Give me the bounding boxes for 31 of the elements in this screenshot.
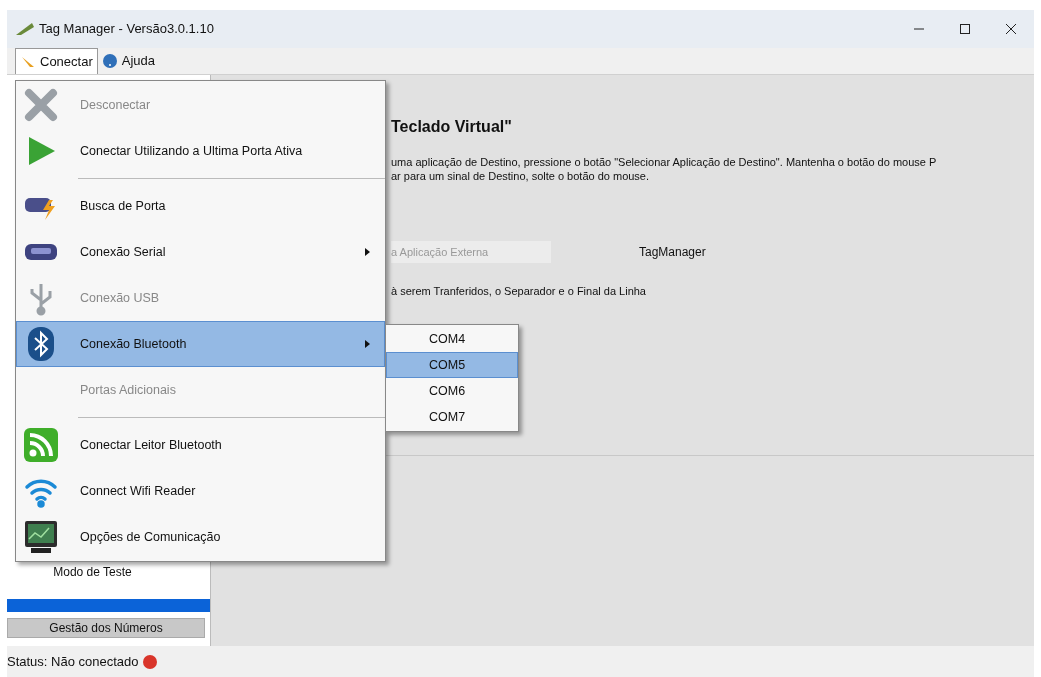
window-title: Tag Manager - Versão3.0.1.10 [39, 20, 214, 39]
submenu-arrow-icon [365, 340, 370, 348]
submenu-item[interactable]: COM5 [386, 352, 518, 378]
menu-item[interactable]: Conectar Leitor Bluetooth [16, 422, 385, 468]
help-icon [101, 53, 118, 69]
submenu-item[interactable]: COM7 [386, 404, 518, 430]
submenu-item[interactable]: COM4 [386, 326, 518, 352]
section-heading: Teclado Virtual" [391, 117, 513, 137]
maximize-icon [959, 23, 971, 35]
status-text: Status: Não conectado [7, 652, 139, 671]
sidebar-item[interactable]: Modo de Teste [7, 563, 210, 581]
menu-item[interactable]: Conexão Bluetooth [16, 321, 385, 367]
tag-logo-icon [15, 21, 35, 37]
app-name-label: TagManager [639, 244, 706, 261]
submenu-arrow-icon [365, 248, 370, 256]
menu-item[interactable]: Conectar Utilizando a Ultima Porta Ativa [16, 128, 385, 174]
description-text: ar para um sinal de Destino, solte o botão do mouse. [391, 169, 651, 183]
submenu-item[interactable]: COM6 [386, 378, 518, 404]
numbers-button[interactable]: Gestão dos Números [7, 618, 205, 638]
menu-item[interactable]: Conexão Serial [16, 229, 385, 275]
close-icon [23, 87, 59, 123]
close-icon [1005, 23, 1017, 35]
menu-item[interactable]: Busca de Porta [16, 183, 385, 229]
monitor-icon [23, 519, 59, 555]
menu-item[interactable]: Connect Wifi Reader [16, 468, 385, 514]
menu-tab[interactable]: Ajuda [97, 48, 159, 74]
description-text: uma aplicação de Destino, pressione o botão "Selecionar Aplicação de Destino". Mantenha o botão do mouse P [391, 155, 938, 169]
menu-tab[interactable]: Conectar [15, 48, 98, 74]
rss-icon [23, 427, 59, 463]
fields-label: à serem Tranferidos, o Separador e o Final da Linha [391, 284, 647, 299]
menu-item[interactable]: Opções de Comunicação [16, 514, 385, 560]
